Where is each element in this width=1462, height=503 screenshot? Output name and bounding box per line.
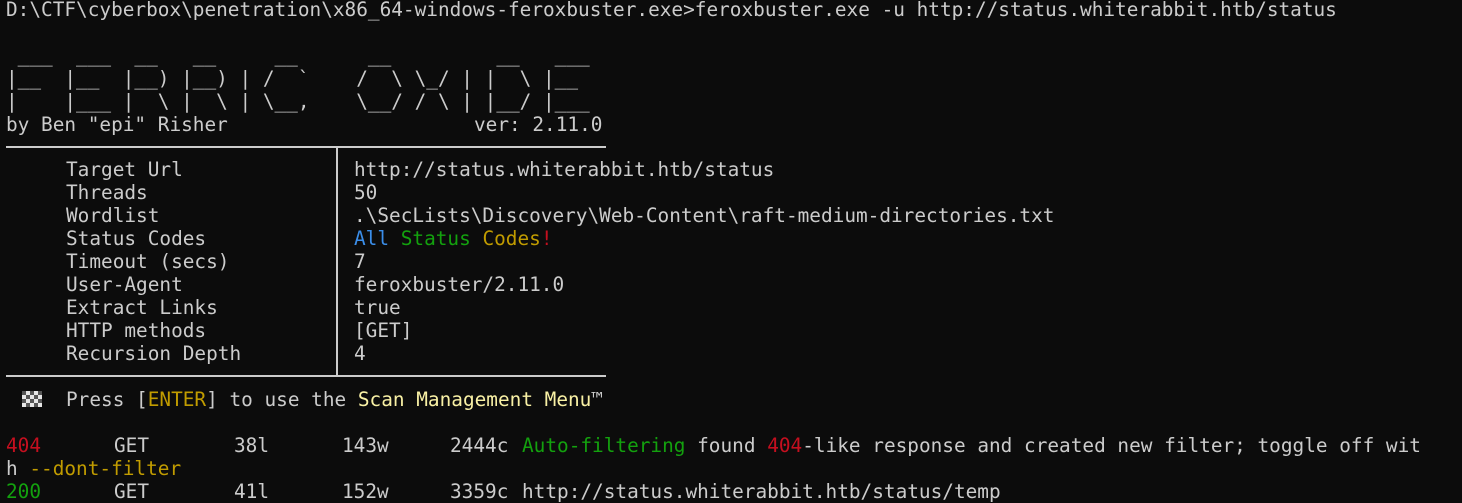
command-prompt-line: D:\CTF\cyberbox\penetration\x86_64-windo… [6, 0, 1337, 21]
result-1-code-inline: 404 [767, 434, 803, 457]
config-value-recursion-depth: 4 [354, 342, 366, 365]
config-key-user-agent: User-Agent [66, 273, 183, 296]
separator-bottom [6, 375, 606, 377]
result-2-lines: 41l [234, 480, 270, 503]
banner-art-line-1: ___ ___ __ __ __ __ __ ___ [6, 44, 590, 67]
result-1-method: GET [114, 434, 150, 457]
result-2-chars: 3359c [450, 480, 509, 503]
menu-hint-press: Press [ [66, 388, 148, 411]
config-value-target-url: http://status.whiterabbit.htb/status [354, 158, 775, 181]
status-bang: ! [540, 227, 553, 250]
config-value-timeout: 7 [354, 250, 366, 273]
result-2-words: 152w [342, 480, 389, 503]
config-key-threads: Threads [66, 181, 148, 204]
prompt-path: D:\CTF\cyberbox\penetration\x86_64-windo… [6, 0, 695, 21]
result-1-wrap-prefix: h [6, 457, 30, 480]
config-key-extract-links: Extract Links [66, 296, 218, 319]
status-codes-word: Codes [482, 227, 541, 250]
result-1-wrap: h --dont-filter [6, 457, 181, 480]
command-text: feroxbuster.exe -u http://status.whitera… [694, 0, 1337, 21]
result-1-lines: 38l [234, 434, 270, 457]
result-2-url[interactable]: http://status.whiterabbit.htb/status/tem… [522, 480, 1001, 503]
config-key-target-url: Target Url [66, 158, 183, 181]
config-value-status-codes: All Status Codes! [354, 227, 553, 250]
result-1-rest: -like response and created new filter; t… [802, 434, 1421, 457]
banner-art-line-2: |__ |__ |__) |__) | / ` / \ \_/ | | \ |_… [6, 67, 579, 90]
status-all-word: All [354, 227, 390, 250]
banner-version: ver: 2.11.0 [474, 113, 603, 136]
config-key-recursion-depth: Recursion Depth [66, 342, 242, 365]
menu-hint-line: Press [ENTER] to use the Scan Management… [66, 388, 603, 411]
config-value-extract-links: true [354, 296, 401, 319]
config-key-wordlist: Wordlist [66, 204, 160, 227]
checkered-flag-icon [22, 391, 42, 407]
result-1-message: Auto-filtering found 404-like response a… [522, 434, 1421, 457]
auto-filtering-label: Auto-filtering [522, 434, 686, 457]
result-2-method: GET [114, 480, 150, 503]
config-column-divider [336, 147, 338, 376]
dont-filter-flag: --dont-filter [29, 457, 182, 480]
result-1-chars: 2444c [450, 434, 509, 457]
result-1-found: found [685, 434, 768, 457]
config-value-http-methods: [GET] [354, 319, 413, 342]
separator-top [6, 146, 606, 148]
config-value-threads: 50 [354, 181, 378, 204]
config-value-wordlist: .\SecLists\Discovery\Web-Content\raft-me… [354, 204, 1055, 227]
menu-hint-enter-key: ENTER [147, 388, 207, 411]
menu-hint-scan-management: Scan Management Menu [357, 388, 592, 411]
config-value-user-agent: feroxbuster/2.11.0 [354, 273, 565, 296]
result-2-status: 200 [6, 480, 42, 503]
result-1-words: 143w [342, 434, 389, 457]
menu-hint-trademark: ™ [591, 388, 604, 411]
banner-author: by Ben "epi" Risher [6, 113, 228, 136]
menu-hint-middle: ] to use the [206, 388, 358, 411]
banner-art-line-3: | |___ | \ | \ | \__, \__/ / \ | |__/ |_… [6, 90, 590, 113]
result-1-status: 404 [6, 434, 42, 457]
config-key-status-codes: Status Codes [66, 227, 207, 250]
config-key-http-methods: HTTP methods [66, 319, 207, 342]
status-status-word: Status [400, 227, 471, 250]
config-key-timeout: Timeout (secs) [66, 250, 230, 273]
